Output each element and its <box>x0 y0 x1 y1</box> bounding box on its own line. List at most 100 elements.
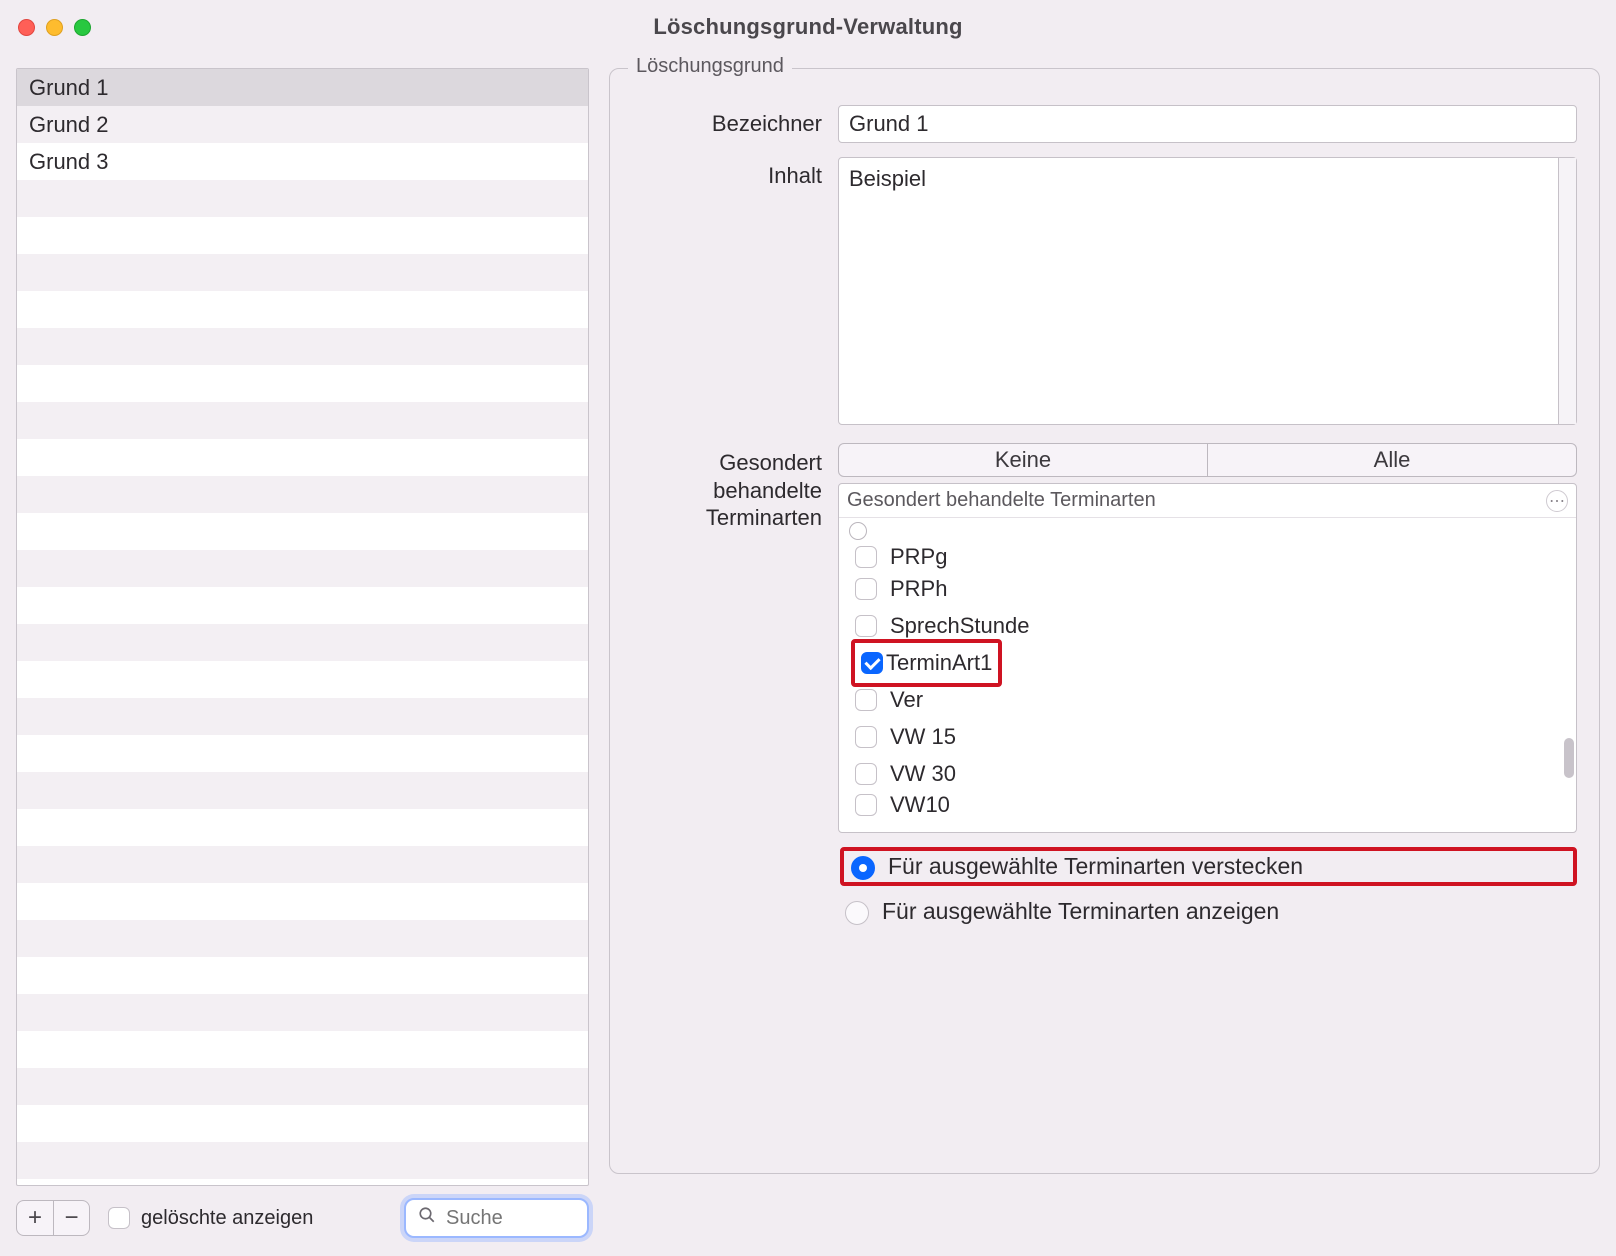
reason-list-item-empty <box>17 1179 588 1186</box>
terminart-label: PRPh <box>890 576 947 602</box>
show-deleted-checkbox[interactable] <box>108 1207 130 1229</box>
terminart-checkbox[interactable] <box>855 546 877 568</box>
terminart-checkbox[interactable] <box>855 689 877 711</box>
terminarten-items: PRPg PRPh SprechStunde TerminArt1 Ver VW 15 VW… <box>839 544 1576 832</box>
close-window-button[interactable] <box>18 19 35 36</box>
reason-list-item-empty <box>17 809 588 846</box>
search-icon <box>418 1206 436 1230</box>
terminart-item[interactable]: PRPg <box>839 544 1576 570</box>
reason-list-item-empty <box>17 476 588 513</box>
terminarten-scrollbar[interactable] <box>1564 524 1574 784</box>
show-deleted-label: gelöschte anzeigen <box>141 1207 313 1230</box>
search-field[interactable] <box>404 1198 589 1238</box>
fieldset-legend: Löschungsgrund <box>628 55 792 78</box>
reason-list[interactable]: Grund 1Grund 2Grund 3 <box>16 68 589 1186</box>
radio-hide[interactable]: Für ausgewählte Terminarten verstecken <box>846 853 1303 880</box>
row-inhalt: Inhalt Beispiel <box>632 157 1577 425</box>
input-bezeichner[interactable] <box>838 105 1577 143</box>
terminart-label: TerminArt1 <box>886 650 992 676</box>
left-footer: + − gelöschte anzeigen <box>16 1196 589 1240</box>
terminart-checkbox[interactable] <box>855 615 877 637</box>
zoom-window-button[interactable] <box>74 19 91 36</box>
radio-show[interactable]: Für ausgewählte Terminarten anzeigen <box>840 898 1577 925</box>
terminarten-listbox[interactable]: Gesondert behandelte Terminarten ⋯ PRPgP… <box>838 483 1577 833</box>
terminart-checkbox[interactable] <box>855 794 877 816</box>
traffic-lights <box>18 19 91 36</box>
terminarten-list-header: Gesondert behandelte Terminarten ⋯ <box>839 484 1576 518</box>
input-inhalt[interactable]: Beispiel <box>838 157 1577 425</box>
terminart-checkbox[interactable] <box>855 763 877 785</box>
reason-list-item-empty <box>17 1031 588 1068</box>
mini-radio-icon[interactable] <box>849 522 867 540</box>
terminart-label: VW10 <box>890 792 950 818</box>
reason-list-item-empty <box>17 735 588 772</box>
radio-hide-label: Für ausgewählte Terminarten verstecken <box>888 853 1303 880</box>
reason-list-item-empty <box>17 994 588 1031</box>
label-inhalt: Inhalt <box>632 157 822 189</box>
reason-list-item-empty <box>17 587 588 624</box>
terminarten-area: Keine Alle Gesondert behandelte Terminar… <box>838 443 1577 925</box>
reason-list-item-empty <box>17 291 588 328</box>
row-terminarten: Gesondert behandelte Terminarten Keine A… <box>632 443 1577 925</box>
reason-list-item-empty <box>17 1105 588 1142</box>
terminart-item[interactable]: Ver <box>839 681 1576 718</box>
reason-list-item[interactable]: Grund 1 <box>17 69 588 106</box>
minimize-window-button[interactable] <box>46 19 63 36</box>
reason-list-item-empty <box>17 439 588 476</box>
more-options-icon[interactable]: ⋯ <box>1546 490 1568 512</box>
reason-list-item-empty <box>17 1142 588 1179</box>
terminart-item[interactable]: VW 15 <box>839 718 1576 755</box>
reason-list-item[interactable]: Grund 2 <box>17 106 588 143</box>
reason-list-item-empty <box>17 513 588 550</box>
add-button[interactable]: + <box>17 1201 53 1235</box>
seg-all-button[interactable]: Alle <box>1207 444 1576 476</box>
right-pane: Löschungsgrund Bezeichner Inhalt Beispie… <box>609 68 1600 1240</box>
reason-fieldset: Löschungsgrund Bezeichner Inhalt Beispie… <box>609 68 1600 1174</box>
window-title: Löschungsgrund-Verwaltung <box>0 14 1616 40</box>
scrollbar-thumb[interactable] <box>1564 738 1574 778</box>
radio-show-label: Für ausgewählte Terminarten anzeigen <box>882 898 1279 925</box>
reason-list-item-empty <box>17 624 588 661</box>
label-terminarten: Gesondert behandelte Terminarten <box>632 443 822 532</box>
reason-list-item-empty <box>17 328 588 365</box>
reason-list-item-empty <box>17 957 588 994</box>
reason-list-item-empty <box>17 846 588 883</box>
terminart-item[interactable]: VW10 <box>839 792 1576 818</box>
reason-list-item-empty <box>17 661 588 698</box>
content: Grund 1Grund 2Grund 3 + − gelöschte anze… <box>0 54 1616 1256</box>
left-pane: Grund 1Grund 2Grund 3 + − gelöschte anze… <box>16 68 589 1240</box>
radio-show-input[interactable] <box>845 901 869 925</box>
reason-list-item-empty <box>17 254 588 291</box>
reason-list-item-empty <box>17 883 588 920</box>
radio-hide-input[interactable] <box>851 856 875 880</box>
seg-none-button[interactable]: Keine <box>839 444 1207 476</box>
terminart-checkbox[interactable] <box>861 652 883 674</box>
terminart-item[interactable]: PRPh <box>839 570 1576 607</box>
reason-list-item-empty <box>17 550 588 587</box>
label-bezeichner: Bezeichner <box>632 105 822 137</box>
terminarten-subheader <box>839 518 1576 544</box>
reason-list-item[interactable]: Grund 3 <box>17 143 588 180</box>
terminart-label: Ver <box>890 687 923 713</box>
terminart-item[interactable]: VW 30 <box>839 755 1576 792</box>
add-remove-group: + − <box>16 1200 90 1236</box>
reason-list-item-empty <box>17 365 588 402</box>
titlebar: Löschungsgrund-Verwaltung <box>0 0 1616 54</box>
terminart-label: SprechStunde <box>890 613 1029 639</box>
terminart-item[interactable]: TerminArt1 <box>839 644 1576 681</box>
reason-list-item-empty <box>17 1068 588 1105</box>
terminart-label: VW 15 <box>890 724 956 750</box>
search-input[interactable] <box>444 1206 564 1231</box>
row-bezeichner: Bezeichner <box>632 105 1577 143</box>
terminarten-segmented: Keine Alle <box>838 443 1577 477</box>
textarea-scrollbar[interactable] <box>1558 158 1576 424</box>
terminart-label: PRPg <box>890 544 947 570</box>
terminart-checkbox[interactable] <box>855 578 877 600</box>
highlight-hide-option: Für ausgewählte Terminarten verstecken <box>840 847 1577 886</box>
remove-button[interactable]: − <box>53 1201 89 1235</box>
terminart-label: VW 30 <box>890 761 956 787</box>
reason-list-item-empty <box>17 217 588 254</box>
terminart-checkbox[interactable] <box>855 726 877 748</box>
show-deleted-toggle[interactable]: gelöschte anzeigen <box>104 1204 313 1232</box>
visibility-radio-group: Für ausgewählte Terminarten verstecken F… <box>838 847 1577 925</box>
